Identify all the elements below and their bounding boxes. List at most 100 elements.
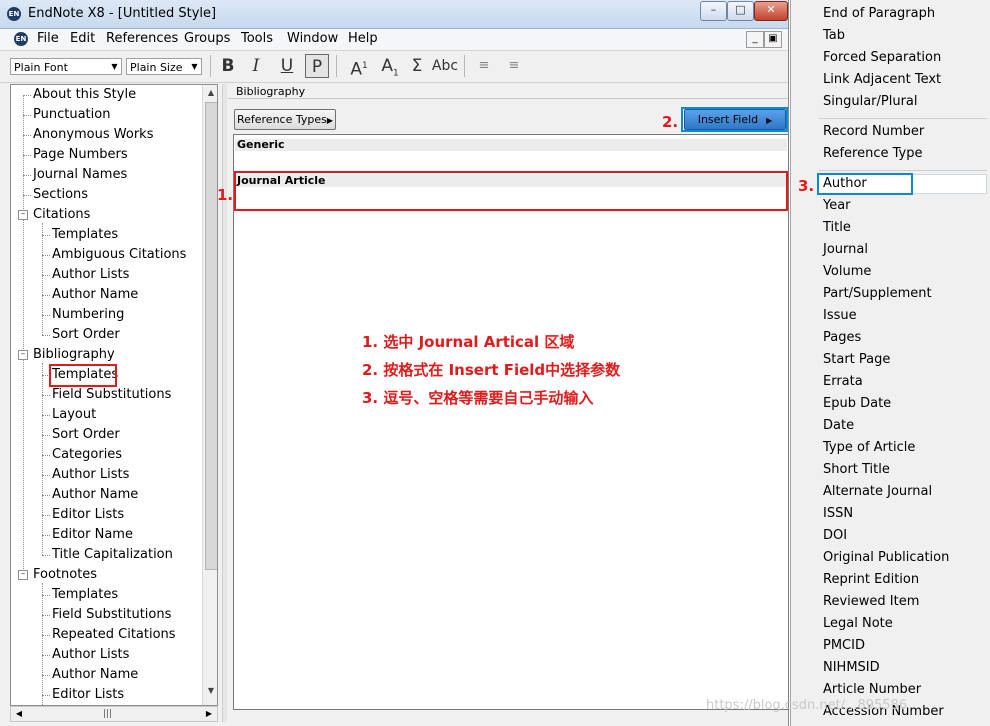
menu-item-singular-plural[interactable]: Singular/Plural [823,94,918,109]
tree-item-numbering[interactable]: Numbering [52,307,124,322]
menu-item-reviewed-item[interactable]: Reviewed Item [823,594,919,609]
menu-item-short-title[interactable]: Short Title [823,462,890,477]
small-caps-button[interactable]: Abc [430,54,460,78]
template-editor[interactable]: Generic Journal Article [233,134,789,710]
menu-item-title[interactable]: Title [823,220,851,235]
tree-item-bibliography-sort-order[interactable]: Sort Order [52,427,120,442]
superscript-button[interactable]: A1 [345,54,373,80]
tree-item-citations-author-name[interactable]: Author Name [52,287,138,302]
menu-item-volume[interactable]: Volume [823,264,871,279]
scroll-down-icon[interactable]: ▼ [203,683,217,699]
tree-item-citations-sort-order[interactable]: Sort Order [52,327,120,342]
tree-item-citations-templates[interactable]: Templates [52,227,118,242]
collapse-icon[interactable]: – [18,210,28,220]
menu-item-date[interactable]: Date [823,418,854,433]
tree-item-about[interactable]: About this Style [33,87,136,102]
menu-item-type-of-article[interactable]: Type of Article [823,440,915,455]
tree-item-footnotes-templates[interactable]: Templates [52,587,118,602]
menu-item-article-number[interactable]: Article Number [823,682,921,697]
tree-item-journal-names[interactable]: Journal Names [33,167,127,182]
close-button[interactable]: ✕ [754,1,788,21]
align-justify-icon[interactable]: ≡ [502,54,526,78]
align-left-icon[interactable]: ≡ [472,54,496,78]
tree-item-citations[interactable]: Citations [33,207,90,222]
scroll-thumb[interactable] [205,102,217,570]
menu-references[interactable]: References [106,31,178,46]
tree-item-anonymous-works[interactable]: Anonymous Works [33,127,153,142]
mdi-restore-button[interactable]: ▣ [764,31,782,48]
menu-item-record-number[interactable]: Record Number [823,124,924,139]
tree-item-bibliography-author-lists[interactable]: Author Lists [52,467,129,482]
mdi-minimize-button[interactable]: _ [746,31,764,48]
bold-button[interactable]: B [216,54,240,78]
menu-edit[interactable]: Edit [70,31,95,46]
menu-item-reprint-edition[interactable]: Reprint Edition [823,572,919,587]
menu-groups[interactable]: Groups [184,31,230,46]
menu-item-reference-type[interactable]: Reference Type [823,146,922,161]
collapse-icon[interactable]: – [18,570,28,580]
scroll-right-icon[interactable]: ▶ [201,707,217,721]
tree-horizontal-scrollbar[interactable]: ◀ ||| ▶ [10,706,218,722]
tree-vertical-scrollbar[interactable]: ▲ ▼ [202,85,217,705]
tree-item-field-substitutions[interactable]: Field Substitutions [52,387,171,402]
menu-item-original-publication[interactable]: Original Publication [823,550,949,565]
subscript-button[interactable]: A1 [376,54,404,78]
menu-file[interactable]: File [37,31,59,46]
section-generic[interactable]: Generic [237,138,285,151]
font-select[interactable]: Plain Font ▼ [10,58,122,75]
tree-item-repeated-citations[interactable]: Repeated Citations [52,627,176,642]
menu-item-part-supplement[interactable]: Part/Supplement [823,286,932,301]
menu-window[interactable]: Window [287,31,338,46]
menu-item-pmcid[interactable]: PMCID [823,638,865,653]
plain-button[interactable]: P [305,54,329,78]
menu-item-journal[interactable]: Journal [823,242,868,257]
scroll-left-icon[interactable]: ◀ [11,707,27,721]
menu-item-alternate-journal[interactable]: Alternate Journal [823,484,932,499]
tree-item-footnotes-editor-lists[interactable]: Editor Lists [52,687,124,702]
italic-button[interactable]: I [244,54,268,78]
tree-item-bibliography[interactable]: Bibliography [33,347,115,362]
symbol-button[interactable]: Σ [406,54,428,78]
scroll-grip-icon[interactable]: ||| [103,709,112,719]
tree-item-citations-author-lists[interactable]: Author Lists [52,267,129,282]
tree-item-sections[interactable]: Sections [33,187,88,202]
menu-item-epub-date[interactable]: Epub Date [823,396,891,411]
tree-item-footnotes-field-substitutions[interactable]: Field Substitutions [52,607,171,622]
menu-item-link-adjacent-text[interactable]: Link Adjacent Text [823,72,941,87]
menu-item-start-page[interactable]: Start Page [823,352,890,367]
reference-types-button[interactable]: Reference Types▶ [234,109,336,130]
menu-item-forced-separation[interactable]: Forced Separation [823,50,941,65]
tree-item-ambiguous-citations[interactable]: Ambiguous Citations [52,247,186,262]
size-select[interactable]: Plain Size ▼ [126,58,202,75]
tree-item-editor-lists[interactable]: Editor Lists [52,507,124,522]
document-menu-icon[interactable]: EN [14,32,28,46]
menu-item-issue[interactable]: Issue [823,308,857,323]
menu-item-year[interactable]: Year [823,198,851,213]
menu-item-doi[interactable]: DOI [823,528,847,543]
menu-item-legal-note[interactable]: Legal Note [823,616,893,631]
menu-tools[interactable]: Tools [241,31,273,46]
tree-item-title-capitalization[interactable]: Title Capitalization [52,547,173,562]
tree-item-punctuation[interactable]: Punctuation [33,107,110,122]
minimize-button[interactable]: – [700,1,727,21]
tree-item-footnotes[interactable]: Footnotes [33,567,97,582]
pane-splitter[interactable] [222,84,227,722]
tree-item-footnotes-author-name[interactable]: Author Name [52,667,138,682]
tree-item-footnotes-author-lists[interactable]: Author Lists [52,647,129,662]
menu-item-pages[interactable]: Pages [823,330,861,345]
menu-item-end-of-paragraph[interactable]: End of Paragraph [823,6,935,21]
menu-item-errata[interactable]: Errata [823,374,863,389]
tree-item-layout[interactable]: Layout [52,407,96,422]
tree-item-page-numbers[interactable]: Page Numbers [33,147,128,162]
scroll-up-icon[interactable]: ▲ [203,85,217,101]
menu-help[interactable]: Help [348,31,378,46]
maximize-button[interactable]: □ [727,1,754,21]
tree-item-categories[interactable]: Categories [52,447,122,462]
menu-item-issn[interactable]: ISSN [823,506,853,521]
collapse-icon[interactable]: – [18,350,28,360]
menu-item-tab[interactable]: Tab [823,28,845,43]
tree-item-editor-name[interactable]: Editor Name [52,527,133,542]
tree-item-bibliography-author-name[interactable]: Author Name [52,487,138,502]
underline-button[interactable]: U [275,54,299,78]
menu-item-nihmsid[interactable]: NIHMSID [823,660,880,675]
